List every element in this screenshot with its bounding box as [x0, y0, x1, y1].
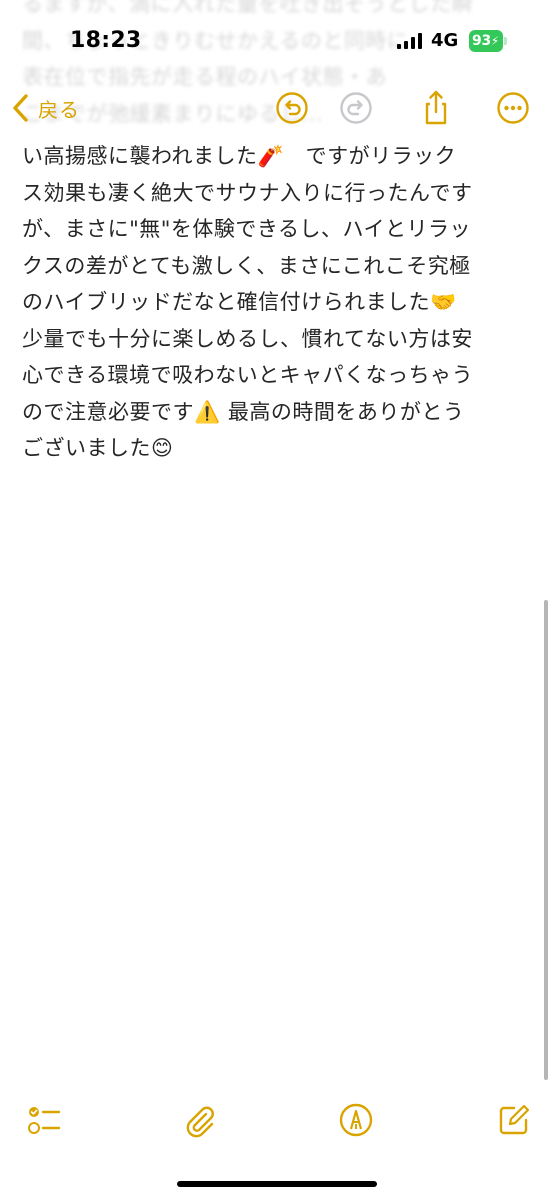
redo-icon[interactable] [336, 88, 376, 128]
undo-icon[interactable] [272, 88, 312, 128]
back-button[interactable]: 戻る [10, 90, 80, 126]
share-icon[interactable] [416, 88, 456, 128]
battery-percent: 93 [472, 33, 491, 49]
status-time: 18:23 [70, 28, 142, 53]
chevron-left-icon [13, 94, 28, 122]
network-type: 4G [431, 30, 459, 51]
notes-screen: るますが、満に入れた量を吐き出そうとした瞬 間、ちょっときりむせかえるのと同時に… [0, 0, 554, 1200]
charging-bolt-icon: ⚡ [490, 34, 500, 48]
paperclip-icon[interactable] [182, 1102, 218, 1138]
battery-level: 93⚡ [469, 30, 503, 52]
back-label: 戻る [38, 97, 80, 122]
home-indicator[interactable] [177, 1181, 377, 1187]
note-body-text[interactable]: い高揚感に襲われました🧨 ですがリラック ス効果も凄く絶大でサウナ入りに行ったん… [22, 138, 534, 467]
battery-indicator: 93⚡ [469, 30, 507, 52]
compose-icon[interactable] [496, 1102, 532, 1138]
checklist-icon[interactable] [26, 1102, 62, 1138]
status-bar: 18:23 4G 93⚡ [0, 0, 554, 80]
scroll-indicator[interactable] [544, 600, 548, 1080]
bottom-toolbar [0, 1090, 554, 1150]
markup-pen-icon[interactable] [338, 1102, 374, 1138]
cellular-signal-icon [397, 33, 422, 49]
navigation-bar: 戻る [0, 82, 554, 134]
battery-cap [504, 37, 507, 45]
more-icon[interactable] [493, 88, 533, 128]
